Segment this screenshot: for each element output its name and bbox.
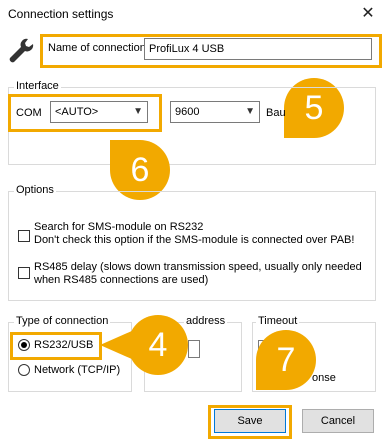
name-of-connection-label: Name of connection xyxy=(48,42,146,54)
interface-group-label: Interface xyxy=(14,80,61,92)
rs485-delay-line2: when RS485 connections are used) xyxy=(34,274,209,286)
callout-7-number: 7 xyxy=(276,341,296,379)
network-radio[interactable] xyxy=(18,364,30,376)
sms-module-line2: Don't check this option if the SMS-modul… xyxy=(34,234,355,246)
callout-4: 4 xyxy=(128,315,188,375)
sms-module-line1: Search for SMS-module on RS232 xyxy=(34,221,204,233)
rs485-delay-line1: RS485 delay (slows down transmission spe… xyxy=(34,261,362,273)
rs232-label: RS232/USB xyxy=(34,339,94,351)
title-bar: Connection settings ✕ xyxy=(0,0,386,30)
device-address-label: address xyxy=(184,315,228,327)
baud-select[interactable]: 9600 ▼ xyxy=(170,101,260,123)
baud-label: Bau xyxy=(266,107,286,119)
rs485-delay-checkbox[interactable] xyxy=(18,267,30,279)
timeout-partial-text: onse xyxy=(312,372,336,384)
chevron-down-icon: ▼ xyxy=(245,106,255,117)
rs232-radio[interactable] xyxy=(18,339,30,351)
name-of-connection-value: ProfiLux 4 USB xyxy=(149,43,225,55)
name-of-connection-input[interactable]: ProfiLux 4 USB xyxy=(144,38,372,60)
callout-6-number: 6 xyxy=(130,151,150,189)
wrench-icon xyxy=(6,36,36,66)
callout-4-number: 4 xyxy=(148,326,168,364)
options-group-label: Options xyxy=(14,184,56,196)
cancel-button[interactable]: Cancel xyxy=(302,409,374,433)
type-of-connection-label: Type of connection xyxy=(14,315,111,327)
com-select[interactable]: <AUTO> ▼ xyxy=(50,101,148,123)
save-button[interactable]: Save xyxy=(214,409,286,433)
device-address-input[interactable] xyxy=(188,340,200,358)
callout-7: 7 xyxy=(256,330,316,390)
window-title: Connection settings xyxy=(8,7,114,21)
network-label: Network (TCP/IP) xyxy=(34,364,121,376)
com-value: <AUTO> xyxy=(55,106,99,118)
chevron-down-icon: ▼ xyxy=(133,106,143,117)
com-label: COM xyxy=(16,107,42,119)
baud-value: 9600 xyxy=(175,106,200,118)
sms-module-checkbox[interactable] xyxy=(18,230,30,242)
rs485-delay-label: RS485 delay (slows down transmission spe… xyxy=(34,261,362,287)
close-icon[interactable]: ✕ xyxy=(355,2,381,26)
sms-module-label: Search for SMS-module on RS232 Don't che… xyxy=(34,221,354,247)
timeout-label: Timeout xyxy=(256,315,300,327)
